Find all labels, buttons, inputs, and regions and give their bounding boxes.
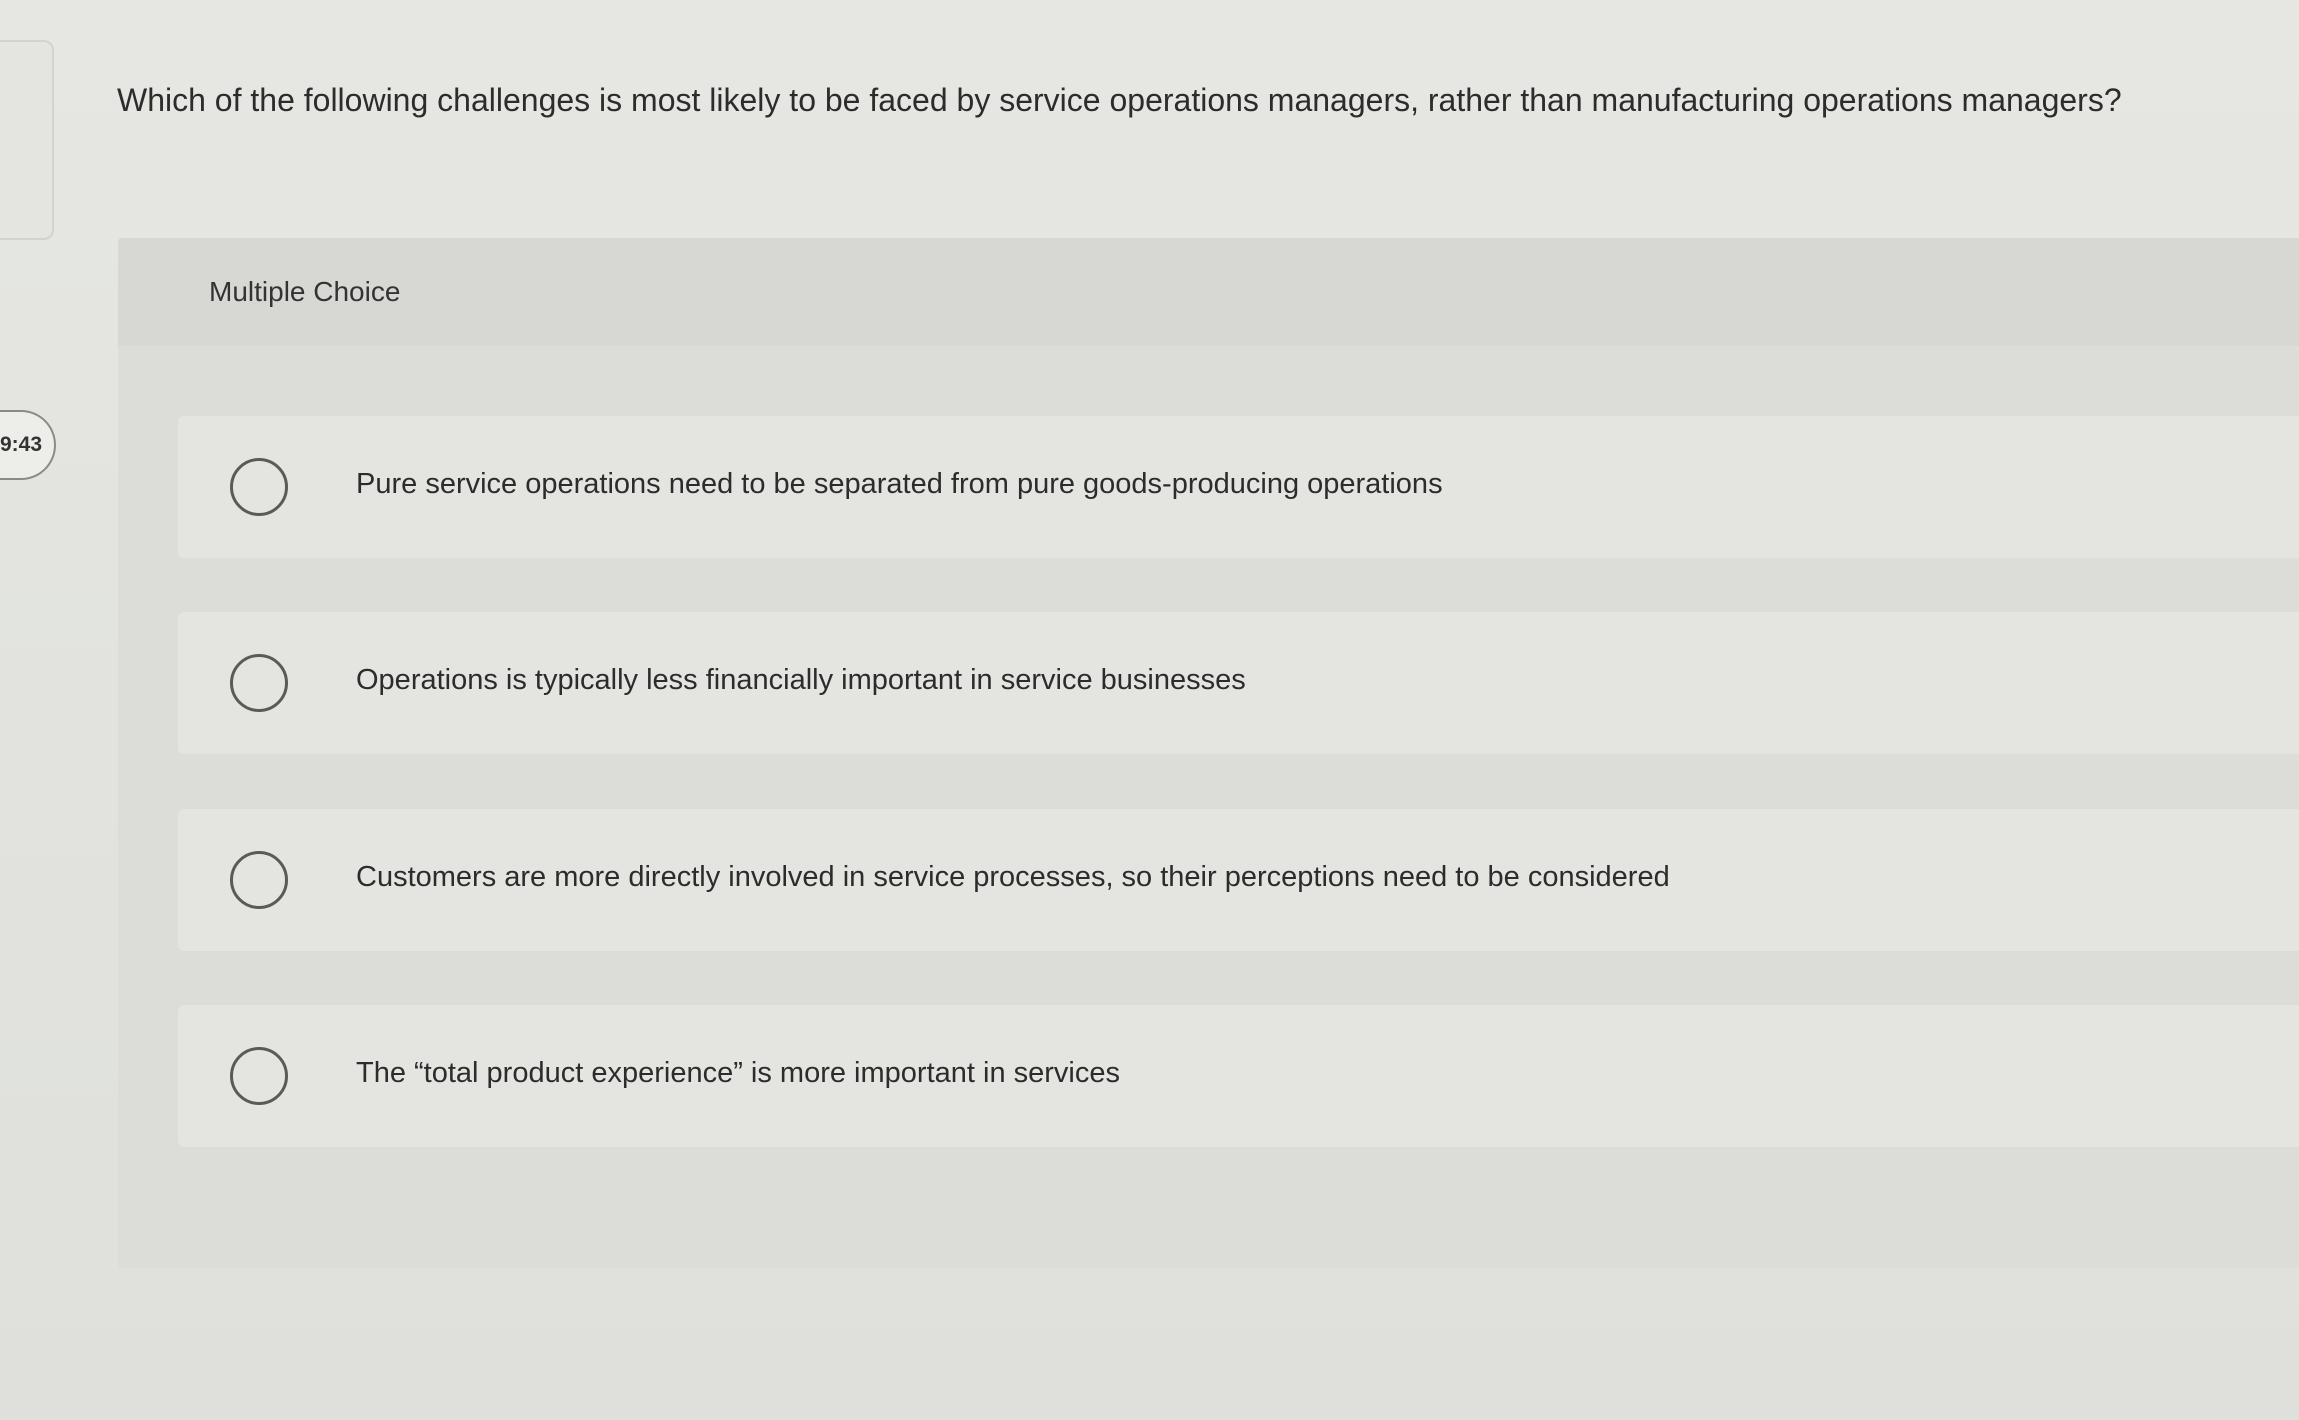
timer-text: 9:43 xyxy=(0,433,42,456)
answer-option-label: The “total product experience” is more i… xyxy=(356,1057,1120,1089)
radio-button[interactable] xyxy=(230,1047,288,1105)
answer-option-label: Pure service operations need to be separ… xyxy=(356,468,1443,500)
left-side-tab[interactable] xyxy=(0,40,54,240)
answer-option-3[interactable]: Customers are more directly involved in … xyxy=(178,809,2299,951)
answer-option-4[interactable]: The “total product experience” is more i… xyxy=(178,1005,2299,1147)
multiple-choice-header xyxy=(118,238,2299,346)
question-type-label: Multiple Choice xyxy=(209,276,401,307)
radio-button[interactable] xyxy=(230,851,288,909)
answer-option-2[interactable]: Operations is typically less financially… xyxy=(178,612,2299,754)
radio-button[interactable] xyxy=(230,458,288,516)
question-text: Which of the following challenges is mos… xyxy=(117,82,2122,118)
answer-option-label: Operations is typically less financially… xyxy=(356,664,1246,696)
radio-button[interactable] xyxy=(230,654,288,712)
timer-badge: 9:43 xyxy=(0,410,56,480)
answer-option-label: Customers are more directly involved in … xyxy=(356,861,1670,893)
answer-option-1[interactable]: Pure service operations need to be separ… xyxy=(178,416,2299,558)
